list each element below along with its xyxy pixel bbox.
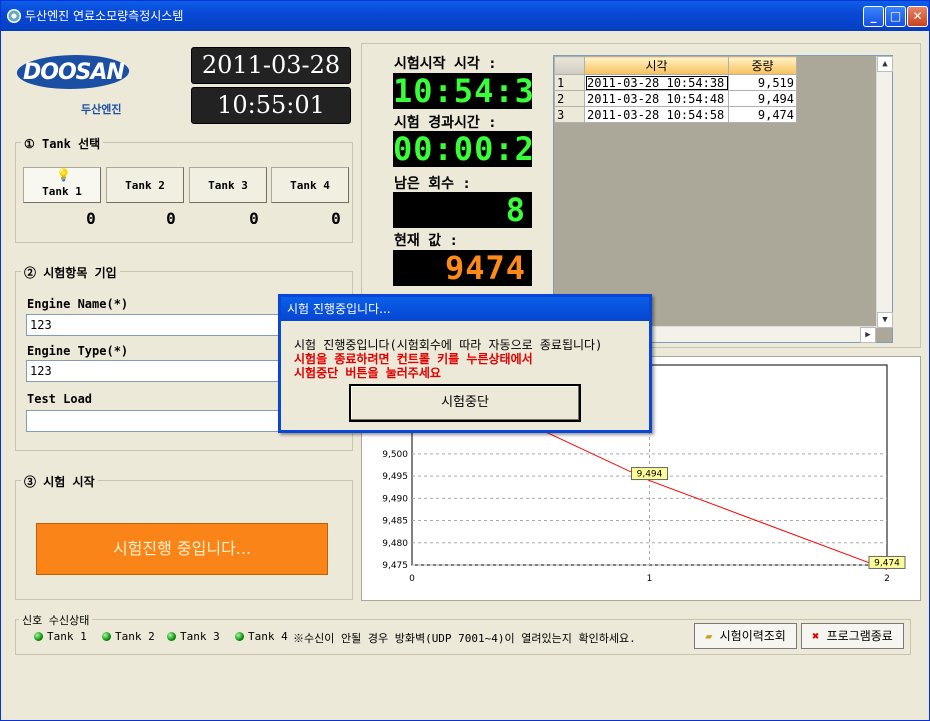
grid-header-weight[interactable]: 중량	[728, 56, 797, 75]
cell-time[interactable]: 2011-03-28 10:54:48	[584, 90, 729, 107]
engine-name-label: Engine Name(*)	[27, 297, 129, 311]
table-row[interactable]: 1 2011-03-28 10:54:38 9,519	[554, 74, 797, 91]
signal-tank-label: Tank 3	[180, 630, 220, 643]
cell-weight[interactable]: 9,474	[728, 106, 797, 123]
scroll-up-icon[interactable]: ▲	[877, 56, 893, 72]
logo-subtitle: 두산엔진	[81, 103, 122, 116]
tank-select-title: ① Tank 선택	[21, 135, 104, 152]
y-tick-label: 9,495	[382, 472, 408, 482]
grid-header-time[interactable]: 시각	[584, 56, 729, 75]
app-icon	[7, 9, 21, 23]
led-icon	[167, 632, 176, 641]
row-number: 2	[554, 90, 585, 107]
y-tick-label: 9,500	[382, 450, 408, 460]
row-number: 3	[554, 106, 585, 123]
minimize-button[interactable]: _	[863, 6, 884, 27]
grid-table: 시각 중량 1 2011-03-28 10:54:38 9,519 2 2011…	[554, 56, 797, 123]
led-icon	[102, 632, 111, 641]
tank-1-button[interactable]: 💡 Tank 1	[23, 167, 101, 203]
signal-tank-label: Tank 2	[115, 630, 155, 643]
led-icon	[235, 632, 244, 641]
tank-2-value: 0	[166, 209, 176, 228]
signal-tank-2: Tank 2	[102, 630, 155, 643]
current-value-label: 현재 값 :	[394, 233, 458, 249]
maximize-button[interactable]: □	[885, 6, 906, 27]
y-tick-label: 9,485	[382, 517, 408, 527]
exit-button-label: 프로그램종료	[826, 629, 893, 643]
tank-4-value: 0	[331, 209, 341, 228]
test-items-title: ② 시험항목 기입	[21, 264, 120, 281]
table-row[interactable]: 2 2011-03-28 10:54:48 9,494	[554, 90, 797, 107]
cell-weight[interactable]: 9,519	[728, 74, 797, 91]
engine-type-label: Engine Type(*)	[27, 344, 129, 358]
firewall-notice: ※수신이 안될 경우 방화벽(UDP 7001~4)이 열려있는지 확인하세요.	[293, 632, 636, 645]
test-progress-button[interactable]: 시험진행 중입니다...	[36, 523, 328, 575]
test-load-label: Test Load	[27, 392, 93, 406]
x-icon: ✖	[812, 629, 820, 643]
led-icon	[34, 632, 43, 641]
signal-title: 신호 수신상태	[19, 612, 93, 628]
x-tick-label: 1	[647, 574, 653, 584]
app-window: 두산엔진 연료소모량측정시스템 _ □ ✕ DOOSAN 두산엔진 2011-0…	[0, 0, 930, 721]
test-start-title: ③ 시험 시작	[21, 473, 98, 490]
data-label: 9,494	[637, 470, 663, 480]
tank-3-value: 0	[249, 209, 259, 228]
signal-tank-1: Tank 1	[34, 630, 87, 643]
logo-text: DOOSAN	[23, 60, 125, 85]
title-bar[interactable]: 두산엔진 연료소모량측정시스템	[1, 1, 929, 31]
signal-tank-3: Tank 3	[167, 630, 220, 643]
doosan-logo: DOOSAN 두산엔진	[14, 51, 145, 121]
signal-tank-4: Tank 4	[235, 630, 288, 643]
start-time-label: 시험시작 시각 :	[394, 56, 497, 72]
exit-button[interactable]: ✖ 프로그램종료	[801, 623, 904, 649]
tank-4-button[interactable]: Tank 4	[271, 167, 349, 203]
dialog-warning-2: 시험중단 버튼을 눌러주세요	[294, 366, 441, 380]
cell-time[interactable]: 2011-03-28 10:54:58	[584, 106, 729, 123]
date-display: 2011-03-28	[191, 47, 351, 84]
current-value-display: 9474	[393, 250, 532, 286]
grid-header-row: 시각 중량	[554, 56, 797, 75]
signal-tank-label: Tank 4	[248, 630, 288, 643]
grid-corner	[554, 56, 585, 75]
tank-1-label: Tank 1	[42, 185, 82, 198]
remaining-label: 남은 회수 :	[394, 176, 471, 192]
table-row[interactable]: 3 2011-03-28 10:54:58 9,474	[554, 106, 797, 123]
tank-1-value: 0	[86, 209, 96, 228]
stop-test-button[interactable]: 시험중단	[349, 384, 581, 422]
data-label: 9,474	[874, 558, 900, 568]
window-title: 두산엔진 연료소모량측정시스템	[25, 9, 184, 23]
start-time-display: 10:54:38	[393, 73, 532, 109]
tank-3-button[interactable]: Tank 3	[189, 167, 267, 203]
progress-dialog: 시험 진행중입니다... 시험 진행중입니다(시험회수에 따라 자동으로 종료됩…	[278, 294, 652, 433]
x-tick-label: 2	[884, 574, 890, 584]
x-tick-label: 0	[409, 574, 415, 584]
history-button-label: 시험이력조회	[719, 629, 786, 643]
remaining-display: 8	[393, 192, 532, 228]
close-button[interactable]: ✕	[907, 6, 928, 27]
dialog-title[interactable]: 시험 진행중입니다...	[281, 297, 649, 321]
scroll-right-icon[interactable]: ▶	[860, 327, 876, 343]
elapsed-display: 00:00:23	[393, 131, 532, 167]
y-tick-label: 9,475	[382, 561, 408, 571]
vertical-scrollbar[interactable]: ▲ ▼	[876, 56, 893, 328]
tank-2-button[interactable]: Tank 2	[106, 167, 184, 203]
y-tick-label: 9,480	[382, 539, 408, 549]
cell-weight[interactable]: 9,494	[728, 90, 797, 107]
row-number: 1	[554, 74, 585, 91]
cell-time[interactable]: 2011-03-28 10:54:38	[584, 74, 729, 91]
elapsed-label: 시험 경과시간 :	[394, 115, 497, 131]
signal-tank-label: Tank 1	[47, 630, 87, 643]
scroll-down-icon[interactable]: ▼	[877, 312, 893, 328]
time-display: 10:55:01	[191, 87, 351, 124]
folder-icon: ▰	[705, 629, 713, 643]
y-tick-label: 9,490	[382, 494, 408, 504]
history-button[interactable]: ▰ 시험이력조회	[694, 623, 797, 649]
